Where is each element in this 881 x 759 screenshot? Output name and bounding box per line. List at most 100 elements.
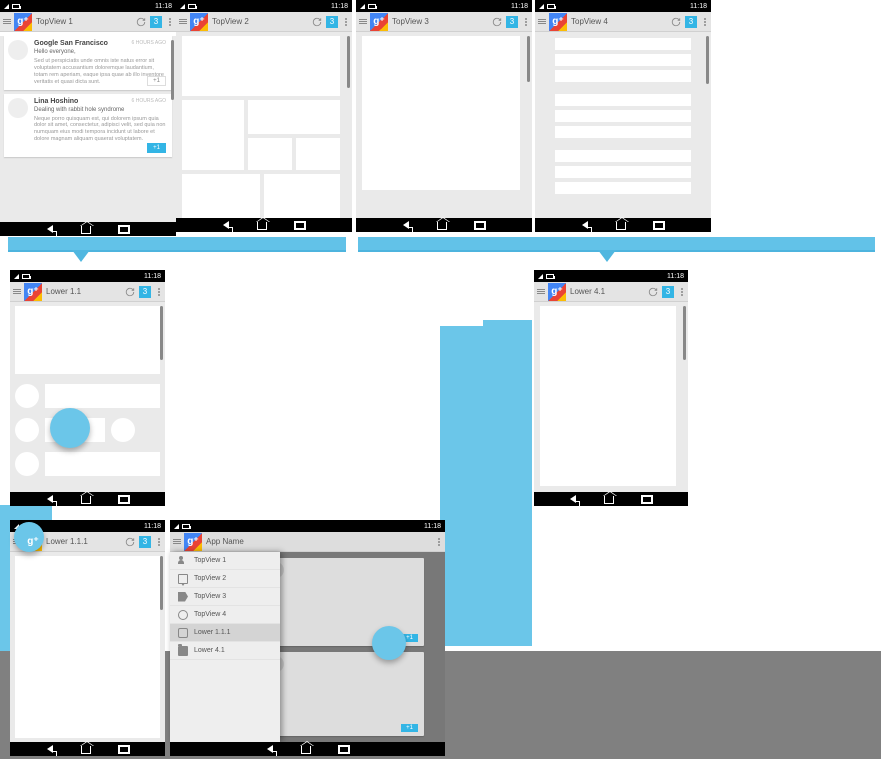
back-icon[interactable] [570,495,576,503]
people-icon [178,556,188,566]
refresh-icon[interactable] [669,15,683,29]
back-icon[interactable] [47,495,53,503]
device-topview3: 11:18 g⁺ TopView 3 3 [356,0,532,232]
battery-icon [12,4,20,9]
status-time: 11:18 [155,3,172,10]
home-icon[interactable] [301,746,311,754]
overflow-icon[interactable] [153,288,165,296]
avatar-placeholder [15,452,39,476]
overflow-icon[interactable] [164,18,176,26]
actionbar-title: Lower 1.1 [42,287,123,296]
connector-band-top-left [8,237,346,251]
overflow-icon[interactable] [153,538,165,546]
drawer-item-topview2[interactable]: TopView 2 [170,570,280,588]
back-icon[interactable] [403,221,409,229]
recents-icon[interactable] [654,222,664,229]
drawer-icon[interactable] [356,12,370,31]
refresh-icon[interactable] [123,535,137,549]
device-topview2: 11:18 g⁺ TopView 2 3 [176,0,352,232]
drawer-item-topview1[interactable]: TopView 1 [170,552,280,570]
refresh-icon[interactable] [123,285,137,299]
avatar-placeholder [15,418,39,442]
home-icon[interactable] [81,496,91,504]
content-area [10,302,165,492]
signal-icon [174,524,179,529]
recents-icon[interactable] [295,222,305,229]
list-row [555,70,691,82]
list-row [555,126,691,138]
nav-bar [534,492,688,506]
notification-badge[interactable]: 3 [506,16,518,28]
plus-one-button[interactable]: +1 [147,143,166,153]
list-row [555,54,691,66]
wireframe-block [248,100,340,134]
nav-bar [10,742,165,756]
home-icon[interactable] [81,746,91,754]
post-card[interactable]: 6 HOURS AGO Google San Francisco Hello e… [4,36,172,90]
drawer-icon[interactable] [170,532,184,551]
back-icon[interactable] [223,221,229,229]
notification-badge[interactable]: 3 [150,16,162,28]
scroll-indicator [160,556,163,610]
home-icon[interactable] [604,496,614,504]
drawer-item-topview3[interactable]: TopView 3 [170,588,280,606]
device-lower11: 11:18 g⁺ Lower 1.1 3 [10,270,165,506]
home-icon[interactable] [437,222,447,230]
drawer-icon[interactable] [535,12,549,31]
recents-icon[interactable] [119,746,129,753]
nav-drawer: TopView 1 TopView 2 TopView 3 TopView 4 … [170,552,280,742]
signal-icon [4,4,9,9]
post-greeting: Dealing with rabbit hole syndrome [34,107,166,113]
overflow-icon[interactable] [699,18,711,26]
home-icon[interactable] [616,222,626,230]
refresh-icon[interactable] [134,15,148,29]
overflow-icon[interactable] [433,538,445,546]
back-icon[interactable] [47,225,53,233]
post-card[interactable]: 6 HOURS AGO Lina Hoshino Dealing with ra… [4,94,172,158]
drawer-item-lower111[interactable]: Lower 1.1.1 [170,624,280,642]
actionbar-title: TopView 1 [32,17,134,26]
plus-one-button[interactable]: +1 [147,76,166,86]
home-icon[interactable] [257,222,267,230]
drawer-icon[interactable] [0,12,14,31]
recents-icon[interactable] [642,496,652,503]
overflow-icon[interactable] [520,18,532,26]
action-bar: g⁺ TopView 1 3 [0,12,176,32]
home-icon[interactable] [81,226,91,234]
refresh-icon[interactable] [490,15,504,29]
drawer-icon[interactable] [534,282,548,301]
recents-icon[interactable] [475,222,485,229]
nav-bar [535,218,711,232]
back-icon[interactable] [47,745,53,753]
scroll-indicator [347,36,350,88]
refresh-icon[interactable] [310,15,324,29]
drawer-item-label: Lower 1.1.1 [194,629,231,636]
recents-icon[interactable] [119,226,129,233]
back-icon[interactable] [267,745,273,753]
status-bar: 11:18 [170,520,445,532]
drawer-icon[interactable] [10,282,24,301]
drawer-icon[interactable] [176,12,190,31]
battery-icon [22,274,30,279]
tag-icon [178,592,188,602]
notification-badge[interactable]: 3 [662,286,674,298]
drawer-item-topview4[interactable]: TopView 4 [170,606,280,624]
notification-badge[interactable]: 3 [139,536,151,548]
refresh-icon[interactable] [646,285,660,299]
recents-icon[interactable] [119,496,129,503]
overflow-icon[interactable] [676,288,688,296]
actionbar-title: TopView 4 [567,17,669,26]
overflow-icon[interactable] [340,18,352,26]
notification-badge[interactable]: 3 [685,16,697,28]
notification-badge[interactable]: 3 [326,16,338,28]
back-icon[interactable] [582,221,588,229]
notification-badge[interactable]: 3 [139,286,151,298]
recents-icon[interactable] [339,746,349,753]
wireframe-block [182,174,260,218]
status-bar: 11:18 [356,0,532,12]
status-bar: 11:18 [534,270,688,282]
drawer-item-label: TopView 3 [194,593,226,600]
drawer-item-lower41[interactable]: Lower 4.1 [170,642,280,660]
wireframe-hero [15,306,160,374]
device-topview1: 11:18 g⁺ TopView 1 3 6 HOURS AGO Google … [0,0,176,232]
